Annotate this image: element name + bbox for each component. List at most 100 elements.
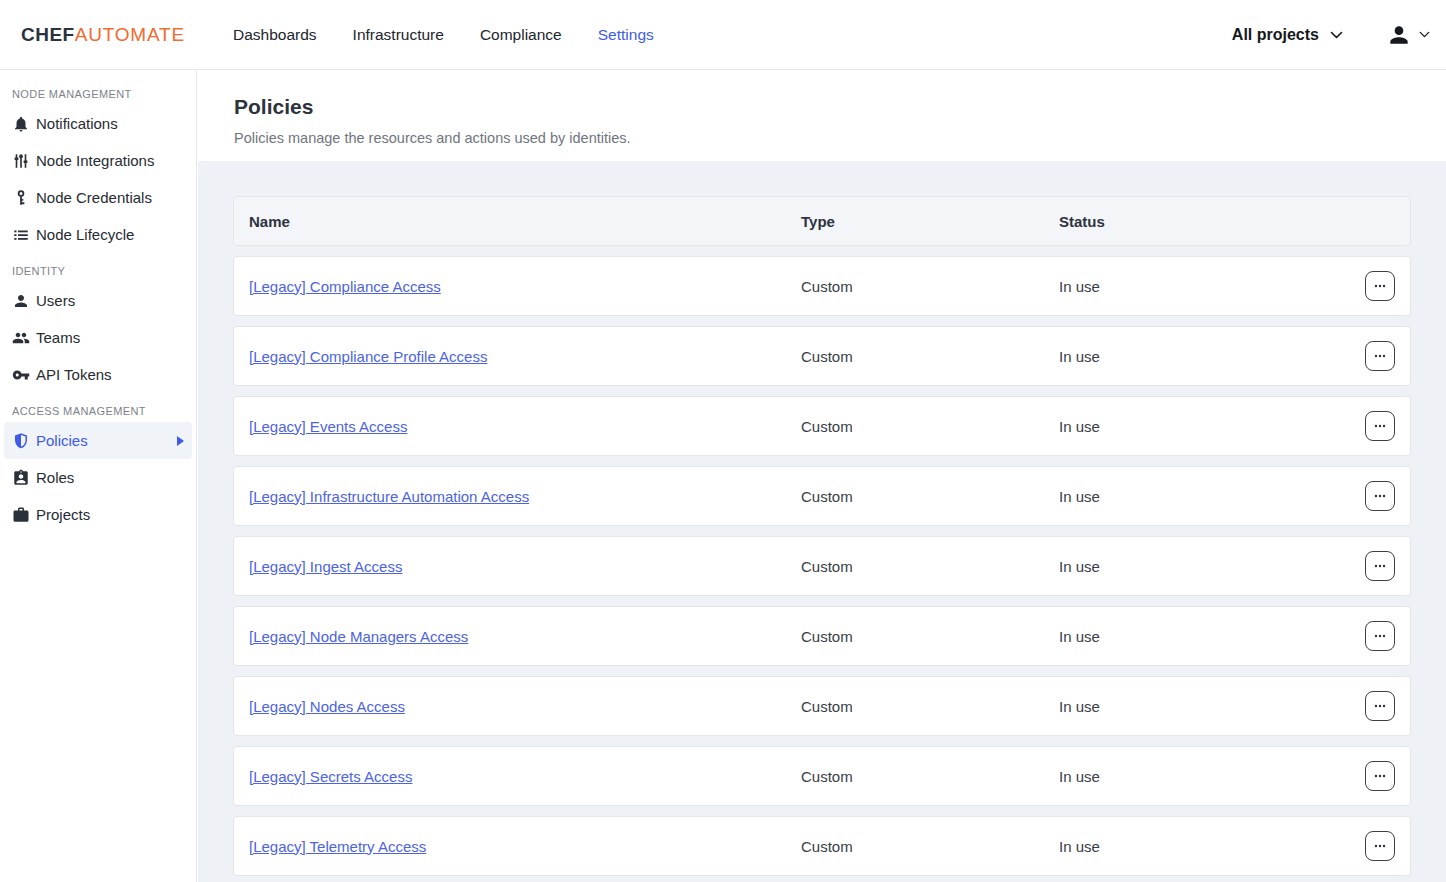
policy-link[interactable]: [Legacy] Infrastructure Automation Acces… (249, 488, 529, 505)
policy-type: Custom (801, 348, 1059, 365)
policy-type: Custom (801, 418, 1059, 435)
policy-link[interactable]: [Legacy] Compliance Profile Access (249, 348, 487, 365)
main-nav: Dashboards Infrastructure Compliance Set… (197, 26, 654, 44)
sidebar-item-label: Users (36, 292, 75, 309)
policy-link[interactable]: [Legacy] Compliance Access (249, 278, 441, 295)
logo-chef: CHEF (21, 24, 75, 45)
table-row: [Legacy] Secrets Access Custom In use (233, 746, 1411, 806)
policy-status: In use (1059, 348, 1365, 365)
row-menu-button[interactable] (1365, 551, 1395, 581)
policy-type: Custom (801, 628, 1059, 645)
sidebar-item-label: Teams (36, 329, 80, 346)
list-icon (12, 226, 30, 244)
table-row: [Legacy] Telemetry Access Custom In use (233, 816, 1411, 876)
main-content: Policies Policies manage the resources a… (198, 70, 1446, 882)
column-header-name: Name (234, 213, 801, 230)
expand-arrow-icon (177, 436, 184, 446)
table-header-row: Name Type Status (233, 196, 1411, 246)
policy-link[interactable]: [Legacy] Telemetry Access (249, 838, 426, 855)
logo-automate: AUTOMATE (75, 24, 185, 45)
sidebar-item-teams[interactable]: Teams (4, 319, 192, 356)
sidebar-item-label: Node Lifecycle (36, 226, 134, 243)
row-menu-button[interactable] (1365, 691, 1395, 721)
nav-settings[interactable]: Settings (598, 26, 654, 44)
policy-link[interactable]: [Legacy] Node Managers Access (249, 628, 468, 645)
ellipsis-icon (1374, 844, 1386, 848)
row-menu-button[interactable] (1365, 341, 1395, 371)
row-menu-button[interactable] (1365, 621, 1395, 651)
chevron-down-icon (1330, 31, 1343, 39)
sidebar-item-label: Policies (36, 432, 88, 449)
sidebar-item-users[interactable]: Users (4, 282, 192, 319)
briefcase-icon (12, 506, 30, 524)
policy-status: In use (1059, 768, 1365, 785)
row-menu-button[interactable] (1365, 761, 1395, 791)
sidebar-item-projects[interactable]: Projects (4, 496, 192, 533)
user-avatar-icon (1386, 22, 1412, 48)
sidebar-item-node-integrations[interactable]: Node Integrations (4, 142, 192, 179)
table-row: [Legacy] Ingest Access Custom In use (233, 536, 1411, 596)
sidebar-section-access-management: ACCESS MANAGEMENT (0, 403, 196, 422)
page-title: Policies (234, 95, 1410, 119)
ellipsis-icon (1374, 424, 1386, 428)
row-menu-button[interactable] (1365, 271, 1395, 301)
policy-status: In use (1059, 488, 1365, 505)
policy-link[interactable]: [Legacy] Secrets Access (249, 768, 412, 785)
column-header-status: Status (1059, 213, 1410, 230)
nav-dashboards[interactable]: Dashboards (233, 26, 317, 44)
shield-icon (12, 432, 30, 450)
key-icon (12, 366, 30, 384)
chevron-down-icon (1419, 31, 1430, 38)
policy-link[interactable]: [Legacy] Events Access (249, 418, 407, 435)
key-vertical-icon (12, 189, 30, 207)
sidebar-item-node-lifecycle[interactable]: Node Lifecycle (4, 216, 192, 253)
policy-status: In use (1059, 838, 1365, 855)
column-header-type: Type (801, 213, 1059, 230)
ellipsis-icon (1374, 774, 1386, 778)
policy-link[interactable]: [Legacy] Nodes Access (249, 698, 405, 715)
sidebar-item-node-credentials[interactable]: Node Credentials (4, 179, 192, 216)
ellipsis-icon (1374, 564, 1386, 568)
policy-status: In use (1059, 698, 1365, 715)
sidebar-item-label: Notifications (36, 115, 118, 132)
nav-infrastructure[interactable]: Infrastructure (353, 26, 444, 44)
sidebar-item-label: Node Integrations (36, 152, 154, 169)
projects-dropdown-label: All projects (1232, 26, 1319, 44)
sidebar-item-label: Roles (36, 469, 74, 486)
ellipsis-icon (1374, 634, 1386, 638)
settings-sidebar: NODE MANAGEMENT Notifications Node Integ… (0, 70, 197, 882)
bell-icon (12, 115, 30, 133)
table-row: [Legacy] Node Managers Access Custom In … (233, 606, 1411, 666)
sidebar-item-roles[interactable]: Roles (4, 459, 192, 496)
policy-status: In use (1059, 278, 1365, 295)
policy-type: Custom (801, 488, 1059, 505)
policy-type: Custom (801, 768, 1059, 785)
projects-dropdown[interactable]: All projects (1232, 26, 1343, 44)
policy-link[interactable]: [Legacy] Ingest Access (249, 558, 402, 575)
row-menu-button[interactable] (1365, 411, 1395, 441)
row-menu-button[interactable] (1365, 481, 1395, 511)
sidebar-item-label: API Tokens (36, 366, 112, 383)
badge-icon (12, 469, 30, 487)
person-icon (12, 292, 30, 310)
user-menu[interactable] (1386, 22, 1430, 48)
sidebar-item-notifications[interactable]: Notifications (4, 105, 192, 142)
policy-status: In use (1059, 558, 1365, 575)
ellipsis-icon (1374, 494, 1386, 498)
policy-type: Custom (801, 558, 1059, 575)
table-row: [Legacy] Events Access Custom In use (233, 396, 1411, 456)
policy-type: Custom (801, 698, 1059, 715)
table-row: [Legacy] Compliance Profile Access Custo… (233, 326, 1411, 386)
sidebar-item-label: Projects (36, 506, 90, 523)
row-menu-button[interactable] (1365, 831, 1395, 861)
people-icon (12, 329, 30, 347)
nav-compliance[interactable]: Compliance (480, 26, 562, 44)
sidebar-item-api-tokens[interactable]: API Tokens (4, 356, 192, 393)
sidebar-item-policies[interactable]: Policies (4, 422, 192, 459)
chef-automate-logo[interactable]: CHEFAUTOMATE (0, 24, 197, 46)
ellipsis-icon (1374, 704, 1386, 708)
table-row: [Legacy] Nodes Access Custom In use (233, 676, 1411, 736)
sidebar-item-label: Node Credentials (36, 189, 152, 206)
top-navigation: CHEFAUTOMATE Dashboards Infrastructure C… (0, 0, 1446, 70)
sidebar-section-node-management: NODE MANAGEMENT (0, 86, 196, 105)
